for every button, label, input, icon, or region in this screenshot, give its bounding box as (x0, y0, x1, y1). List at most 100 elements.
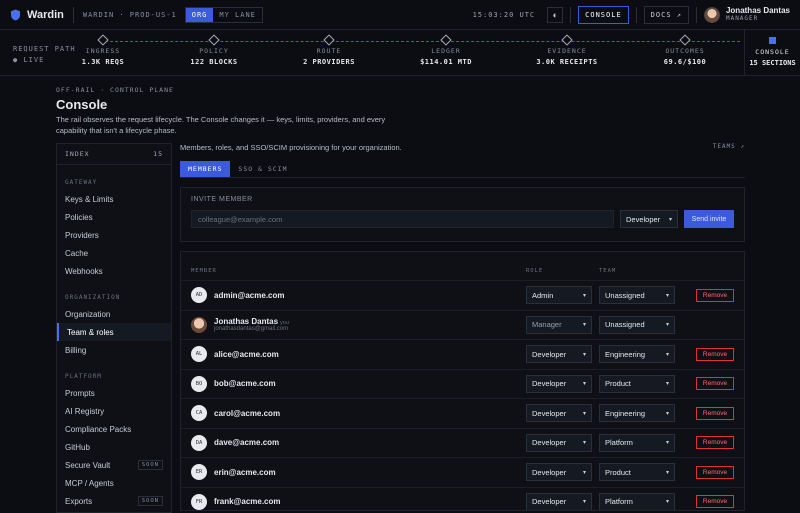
stage-label: LEDGER (431, 47, 461, 55)
user-menu[interactable]: Jonathas Dantas MANAGER (726, 6, 790, 22)
stage-ingress[interactable]: INGRESS 1.3K REQS (58, 34, 148, 66)
chevron-down-icon: ▾ (665, 440, 669, 447)
chevron-down-icon: ▾ (582, 440, 586, 447)
invite-email-input[interactable] (191, 210, 614, 228)
team-select[interactable]: Product ▾ (599, 463, 675, 482)
sidebar-item-label: Team & roles (67, 327, 114, 337)
remove-member-button[interactable]: Remove (696, 436, 734, 450)
stage-outcomes[interactable]: OUTCOMES 69.6/$100 (640, 34, 730, 66)
divider (570, 6, 572, 23)
soon-badge: SOON (137, 460, 163, 470)
docs-link[interactable]: DOCS ↗ (643, 5, 689, 24)
team-select[interactable]: Engineering ▾ (599, 404, 675, 423)
chevron-down-icon: ▾ (582, 381, 586, 388)
role-select[interactable]: Developer ▾ (526, 433, 592, 452)
team-select[interactable]: Engineering ▾ (599, 345, 675, 364)
role-select[interactable]: Developer ▾ (526, 374, 592, 393)
tab-sso-scim[interactable]: SSO & SCIM (230, 161, 295, 177)
table-row: CA carol@acme.com Developer ▾ Engineering ▾ Re… (181, 398, 744, 428)
remove-member-button[interactable]: Remove (696, 495, 734, 509)
avatar (191, 316, 207, 333)
stage-evidence[interactable]: EVIDENCE 3.0K RECEIPTS (522, 34, 612, 66)
stage-ledger[interactable]: LEDGER $114.01 MTD (401, 34, 491, 66)
sidebar-item-mcp-agents[interactable]: MCP / Agents (57, 474, 171, 492)
stage-label: EVIDENCE (547, 47, 587, 55)
table-row: ER erin@acme.com Developer ▾ Product ▾ Remove (181, 457, 744, 487)
stage-label: OUTCOMES (665, 47, 705, 55)
remove-member-button[interactable]: Remove (696, 288, 734, 302)
page-description: The rail observes the request lifecycle.… (56, 115, 386, 135)
sidebar-item-label: Policies (65, 212, 93, 222)
send-invite-button[interactable]: Send invite (684, 210, 734, 228)
panel-tabs: MEMBERS SSO & SCIM (180, 161, 745, 178)
brand-name: Wardin (27, 8, 64, 21)
sidebar-item-keys-limits[interactable]: Keys & Limits (57, 190, 171, 208)
chevron-down-icon: ▾ (582, 469, 586, 476)
remove-member-button[interactable]: Remove (696, 347, 734, 361)
team-select[interactable]: Unassigned ▾ (599, 315, 675, 334)
console-button[interactable]: CONSOLE (578, 5, 629, 24)
chevron-down-icon: ▾ (665, 381, 669, 388)
sidebar-item-compliance-packs[interactable]: Compliance Packs (57, 420, 171, 438)
sidebar-item-policies[interactable]: Policies (57, 208, 171, 226)
page-title: Console (56, 97, 108, 112)
team-select[interactable]: Unassigned ▾ (599, 286, 675, 305)
sidebar-item-secure-vault[interactable]: Secure Vault SOON (57, 456, 171, 474)
chevron-down-icon: ▾ (665, 499, 669, 506)
sidebar-item-team-roles[interactable]: Team & roles (57, 323, 171, 341)
remove-member-button[interactable]: Remove (696, 465, 734, 479)
stage-value: 15 SECTIONS (749, 59, 796, 67)
sidebar-item-cache[interactable]: Cache (57, 244, 171, 262)
column-header-member: MEMBER (191, 268, 217, 274)
role-select[interactable]: Developer ▾ (526, 492, 592, 510)
avatar: DA (191, 434, 207, 451)
column-header-role: ROLE (526, 268, 544, 274)
team-select[interactable]: Product ▾ (599, 374, 675, 393)
role-select[interactable]: Developer ▾ (526, 463, 592, 482)
team-select[interactable]: Platform ▾ (599, 433, 675, 452)
invite-role-select[interactable]: Developer ▾ (620, 210, 678, 228)
diamond-icon (97, 34, 109, 46)
remove-member-button[interactable]: Remove (696, 406, 734, 420)
sidebar-item-prompts[interactable]: Prompts (57, 384, 171, 402)
stage-label: INGRESS (85, 47, 121, 55)
select-value: Admin (532, 290, 554, 300)
stage-policy[interactable]: POLICY 122 BLOCKS (169, 34, 259, 66)
sidebar-item-ai-registry[interactable]: AI Registry (57, 402, 171, 420)
diamond-icon (440, 34, 452, 46)
sidebar-item-github[interactable]: GitHub (57, 438, 171, 456)
role-select[interactable]: Admin ▾ (526, 286, 592, 305)
role-select[interactable]: Developer ▾ (526, 404, 592, 423)
sidebar-item-label: Billing (65, 345, 87, 355)
chevron-down-icon: ▾ (668, 216, 672, 223)
index-header: INDEX 15 (57, 144, 171, 165)
sidebar-item-organization[interactable]: Organization (57, 305, 171, 323)
tab-members[interactable]: MEMBERS (180, 161, 231, 177)
member-email: jonathasdantas@gmail.com (214, 326, 289, 333)
group-label-platform: PLATFORM (65, 373, 102, 380)
avatar: FR (191, 493, 207, 510)
scope-org-tab[interactable]: ORG (185, 7, 214, 22)
user-avatar[interactable] (703, 6, 720, 23)
scope-my-lane-tab[interactable]: MY LANE (213, 8, 262, 22)
sidebar-item-webhooks[interactable]: Webhooks (57, 262, 171, 280)
table-row: BO bob@acme.com Developer ▾ Product ▾ Remove (181, 368, 744, 399)
members-list: AD admin@acme.com Admin ▾ Unassigned ▾ Remove J… (181, 280, 744, 510)
stage-console[interactable]: CONSOLE 15 SECTIONS (744, 30, 800, 76)
teams-link[interactable]: TEAMS ↗ (713, 143, 745, 152)
invite-heading: INVITE MEMBER (191, 196, 253, 203)
sidebar-item-label: Keys & Limits (65, 194, 114, 204)
role-select[interactable]: Developer ▾ (526, 345, 592, 364)
section-description: Members, roles, and SSO/SCIM provisionin… (180, 143, 402, 152)
team-select[interactable]: Platform ▾ (599, 492, 675, 510)
stage-route[interactable]: ROUTE 2 PROVIDERS (284, 34, 374, 66)
sidebar-item-exports[interactable]: Exports SOON (57, 492, 171, 510)
sidebar-item-label: MCP / Agents (65, 478, 114, 488)
avatar: AL (191, 346, 207, 363)
theme-toggle-button[interactable]: ◐ (547, 6, 564, 23)
request-path-rail: REQUEST PATH ● LIVE INGRESS 1.3K REQS PO… (0, 30, 800, 76)
sidebar-item-providers[interactable]: Providers (57, 226, 171, 244)
remove-member-button[interactable]: Remove (696, 377, 734, 391)
brand-logo[interactable]: Wardin (10, 9, 64, 21)
sidebar-item-billing[interactable]: Billing (57, 341, 171, 359)
